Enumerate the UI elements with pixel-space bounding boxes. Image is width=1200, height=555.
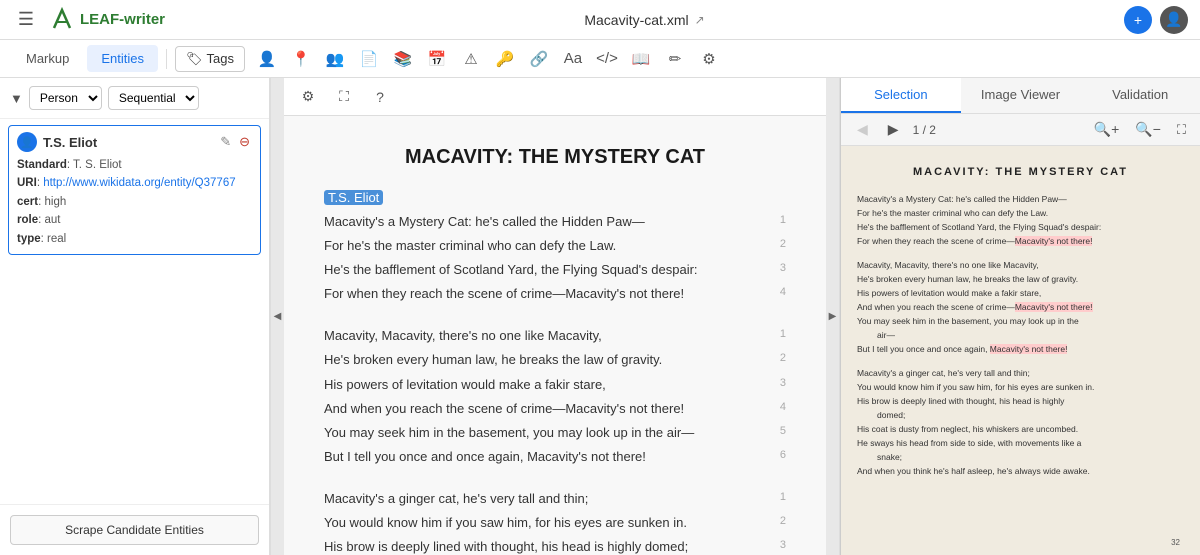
zoom-out-button[interactable]: 🔍− — [1131, 119, 1165, 140]
topbar-actions: + 👤 — [1124, 6, 1188, 34]
external-link-icon[interactable]: ↗ — [695, 13, 705, 27]
entity-order-filter[interactable]: Sequential — [108, 86, 199, 110]
fullscreen-icon[interactable]: ⛶ — [330, 83, 358, 111]
poem-line: And when you reach the scene of crime—Ma… — [324, 398, 786, 420]
entity-list: 👤 T.S. Eliot ✎ ⊖ Standard: T. S. Eliot U… — [0, 119, 269, 504]
page-indicator: 1 / 2 — [913, 123, 936, 137]
calendar-icon[interactable]: 📅 — [423, 45, 451, 73]
poem-line: Macavity, Macavity, there's no one like … — [324, 325, 786, 347]
toolbar-icons: 👤 📍 👥 📄 📚 📅 ⚠ 🔑 🔗 Aa </> 📖 ✏ ⚙ — [253, 45, 723, 73]
open-book-icon[interactable]: 📖 — [627, 45, 655, 73]
entity-type: type: real — [17, 230, 252, 248]
poem-stanza-1: Macavity, Macavity, there's no one like … — [324, 325, 786, 468]
poem-line: His powers of levitation would make a fa… — [324, 374, 786, 396]
page-number: 32 — [1171, 538, 1180, 547]
group-icon[interactable]: 👥 — [321, 45, 349, 73]
main-layout: ▼ Person Sequential 👤 T.S. Eliot ✎ ⊖ — [0, 78, 1200, 555]
right-panel: Selection Image Viewer Validation ◀ ▶ 1 … — [840, 78, 1200, 555]
book-text: Macavity's a Mystery Cat: he's called th… — [857, 192, 1184, 478]
filter-row: ▼ Person Sequential — [0, 78, 269, 119]
poem-line: For he's the master criminal who can def… — [324, 235, 786, 257]
hamburger-icon[interactable]: ☰ — [12, 6, 40, 34]
link-icon[interactable]: 🔗 — [525, 45, 553, 73]
entity-standard: Standard: T. S. Eliot — [17, 156, 252, 174]
poem-line: But I tell you once and once again, Maca… — [324, 446, 786, 468]
tags-button[interactable]: 🏷 Tags — [175, 46, 245, 72]
left-panel: ▼ Person Sequential 👤 T.S. Eliot ✎ ⊖ — [0, 78, 270, 555]
poem-line: He's the bafflement of Scotland Yard, th… — [324, 259, 786, 281]
poem-line: You would know him if you saw him, for h… — [324, 512, 786, 534]
user-add-icon[interactable]: + — [1124, 6, 1152, 34]
document-icon[interactable]: 📄 — [355, 45, 383, 73]
filter-icon[interactable]: ▼ — [10, 91, 23, 106]
poem-stanza-2: Macavity's a ginger cat, he's very tall … — [324, 488, 786, 555]
entity-header: 👤 T.S. Eliot ✎ ⊖ — [17, 132, 252, 152]
entity-name: T.S. Eliot — [43, 135, 212, 150]
tab-markup[interactable]: Markup — [12, 45, 83, 72]
poem-line: He's broken every human law, he breaks t… — [324, 349, 786, 371]
user-avatar[interactable]: 👤 — [1160, 6, 1188, 34]
code-icon[interactable]: </> — [593, 45, 621, 73]
poem-line: His brow is deeply lined with thought, h… — [324, 536, 786, 555]
tab-selection[interactable]: Selection — [841, 78, 961, 113]
book-image-container: MACAVITY: THE MYSTERY CAT Macavity's a M… — [841, 146, 1200, 555]
tab-image-viewer[interactable]: Image Viewer — [961, 78, 1081, 113]
entity-edit-button[interactable]: ✎ — [218, 132, 233, 152]
entity-item: 👤 T.S. Eliot ✎ ⊖ Standard: T. S. Eliot U… — [8, 125, 261, 255]
scrape-button-container: Scrape Candidate Entities — [0, 504, 269, 555]
prev-page-button[interactable]: ◀ — [851, 119, 874, 140]
next-page-button[interactable]: ▶ — [882, 119, 905, 140]
tag-icon: 🏷 — [186, 51, 203, 67]
entity-delete-button[interactable]: ⊖ — [237, 132, 252, 152]
collapse-handle[interactable]: ◀ — [270, 78, 284, 555]
scrape-candidate-entities-button[interactable]: Scrape Candidate Entities — [10, 515, 259, 545]
expand-view-button[interactable]: ⛶ — [1173, 120, 1190, 140]
center-toolbar: ⚙ ⛶ ? — [284, 78, 826, 116]
zoom-in-button[interactable]: 🔍+ — [1090, 119, 1124, 140]
key-icon[interactable]: 🔑 — [491, 45, 519, 73]
center-panel: ⚙ ⛶ ? MACAVITY: THE MYSTERY CAT T.S. Eli… — [284, 78, 826, 555]
poem-line: For when they reach the scene of crime—M… — [324, 283, 786, 305]
settings-icon[interactable]: ⚙ — [695, 45, 723, 73]
book-icon[interactable]: 📚 — [389, 45, 417, 73]
entity-uri-link[interactable]: http://www.wikidata.org/entity/Q37767 — [43, 177, 235, 189]
help-icon[interactable]: ? — [366, 83, 394, 111]
tab-validation[interactable]: Validation — [1080, 78, 1200, 113]
app-logo-text: LEAF-writer — [80, 11, 165, 28]
entity-avatar: 👤 — [17, 132, 37, 152]
poem-title: MACAVITY: THE MYSTERY CAT — [324, 146, 786, 169]
edit-icon[interactable]: ✏ — [661, 45, 689, 73]
main-toolbar: Markup Entities 🏷 Tags 👤 📍 👥 📄 📚 📅 ⚠ 🔑 🔗… — [0, 40, 1200, 78]
document-title: Macavity-cat.xml ↗ — [173, 12, 1116, 28]
right-tabs: Selection Image Viewer Validation — [841, 78, 1200, 114]
text-icon[interactable]: Aa — [559, 45, 587, 73]
entity-uri: URI: http://www.wikidata.org/entity/Q377… — [17, 174, 252, 192]
book-title-image: MACAVITY: THE MYSTERY CAT — [913, 166, 1128, 178]
poem-line: You may seek him in the basement, you ma… — [324, 422, 786, 444]
entity-actions: ✎ ⊖ — [218, 132, 252, 152]
right-expand-handle[interactable]: ▶ — [826, 78, 840, 555]
warning-icon[interactable]: ⚠ — [457, 45, 485, 73]
app-logo: LEAF-writer — [48, 6, 165, 34]
tab-entities[interactable]: Entities — [87, 45, 158, 72]
person-icon[interactable]: 👤 — [253, 45, 281, 73]
topbar: ☰ LEAF-writer Macavity-cat.xml ↗ + 👤 — [0, 0, 1200, 40]
entity-detail: Standard: T. S. Eliot URI: http://www.wi… — [17, 156, 252, 248]
poem-line: Macavity's a Mystery Cat: he's called th… — [324, 211, 786, 233]
entity-cert: cert: high — [17, 193, 252, 211]
book-image: MACAVITY: THE MYSTERY CAT Macavity's a M… — [841, 146, 1200, 555]
poem-stanza-0: T.S. Eliot Macavity's a Mystery Cat: he'… — [324, 189, 786, 305]
settings-tool-icon[interactable]: ⚙ — [294, 83, 322, 111]
poem-content: MACAVITY: THE MYSTERY CAT T.S. Eliot Mac… — [284, 116, 826, 555]
poem-line: Macavity's a ginger cat, he's very tall … — [324, 488, 786, 510]
entity-role: role: aut — [17, 211, 252, 229]
toolbar-divider — [166, 49, 167, 69]
right-nav: ◀ ▶ 1 / 2 🔍+ 🔍− ⛶ — [841, 114, 1200, 146]
entity-type-filter[interactable]: Person — [29, 86, 102, 110]
entity-tag-highlight[interactable]: T.S. Eliot — [324, 190, 383, 205]
location-icon[interactable]: 📍 — [287, 45, 315, 73]
